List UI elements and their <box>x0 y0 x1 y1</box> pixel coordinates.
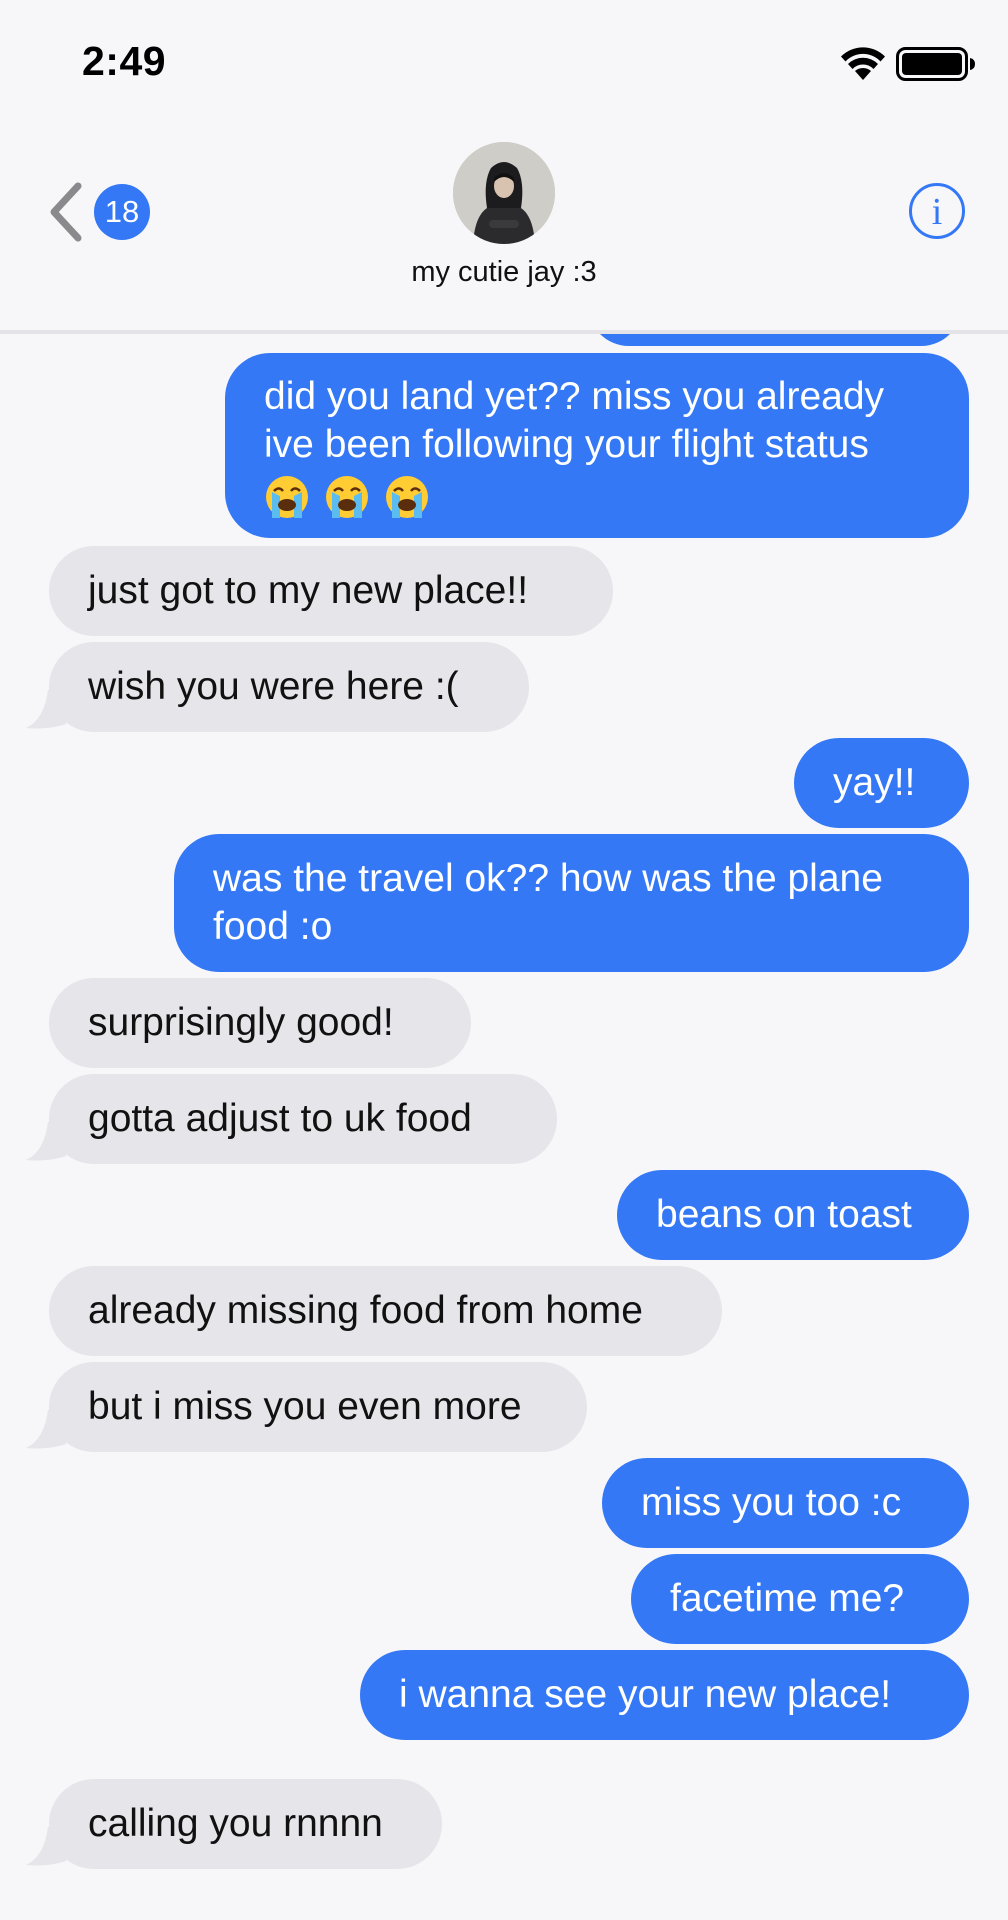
info-icon[interactable]: i <box>908 182 966 240</box>
message-bubble-received[interactable]: already missing food from home <box>49 1266 722 1356</box>
battery-icon <box>896 47 975 81</box>
loudly-crying-face-emoji <box>386 475 428 518</box>
message-text: beans on toast <box>656 1193 912 1236</box>
status-time: 2:49 <box>82 38 167 84</box>
loudly-crying-face-emoji <box>266 475 308 518</box>
contact-name[interactable]: my cutie jay :3 <box>0 256 1008 289</box>
message-bubble-received[interactable]: gotta adjust to uk food <box>49 1074 557 1164</box>
chevron-left-icon <box>50 182 82 242</box>
message-line: did you land yet?? miss you already <box>264 375 885 418</box>
message-line: was the travel ok?? how was the plane <box>213 857 883 900</box>
wifi-icon <box>841 47 885 80</box>
message-bubble-sent[interactable]: did you land yet?? miss you already ive … <box>225 353 969 538</box>
message-text: surprisingly good! <box>88 1001 394 1044</box>
conversation-header: 18 my cutie jay :3 i <box>0 110 1008 334</box>
message-text: gotta adjust to uk food <box>88 1097 472 1140</box>
message-text: miss you too :c <box>641 1481 902 1524</box>
bubble-tail <box>26 690 66 729</box>
message-text: wish you were here :( <box>88 665 459 708</box>
message-text: facetime me? <box>670 1577 905 1620</box>
message-bubble-sent[interactable]: miss you too :c <box>602 1458 969 1548</box>
message-bubble-sent[interactable]: beans on toast <box>617 1170 969 1260</box>
message-bubble-received[interactable]: wish you were here :( <box>49 642 529 732</box>
loudly-crying-face-emoji <box>326 475 368 518</box>
bubble-tail <box>26 1122 66 1161</box>
back-button[interactable]: 18 <box>46 182 156 252</box>
message-line: ive been following your flight status <box>264 423 869 466</box>
message-thread[interactable]: did you land yet?? miss you already ive … <box>0 334 1008 1920</box>
message-bubble-sent[interactable]: was the travel ok?? how was the plane fo… <box>174 834 969 972</box>
message-text: yay!! <box>833 761 916 804</box>
message-bubble-sent[interactable]: facetime me? <box>631 1554 969 1644</box>
bubble-tail <box>26 1410 66 1449</box>
bubble-tail <box>26 1827 66 1866</box>
status-bar: 2:49 <box>0 0 1008 110</box>
message-bubble-received[interactable]: but i miss you even more <box>49 1362 587 1452</box>
unread-count-badge: 18 <box>94 184 150 240</box>
message-bubble-received[interactable]: surprisingly good! <box>49 978 471 1068</box>
message-bubble-sent[interactable]: yay!! <box>794 738 969 828</box>
avatar-photo <box>453 142 555 244</box>
message-bubble-sent[interactable]: i wanna see your new place! <box>360 1650 969 1740</box>
message-line: food :o <box>213 905 333 948</box>
message-bubble-received[interactable]: just got to my new place!! <box>49 546 613 636</box>
contact-avatar[interactable] <box>453 142 555 244</box>
svg-text:i: i <box>932 191 943 233</box>
message-text: already missing food from home <box>88 1289 643 1332</box>
message-text: i wanna see your new place! <box>399 1673 892 1716</box>
message-bubble-received[interactable]: calling you rnnnn <box>49 1779 442 1869</box>
message-bubble-partial[interactable] <box>588 334 962 346</box>
message-text: calling you rnnnn <box>88 1802 383 1845</box>
message-text: but i miss you even more <box>88 1385 522 1428</box>
message-text: just got to my new place!! <box>88 569 529 612</box>
